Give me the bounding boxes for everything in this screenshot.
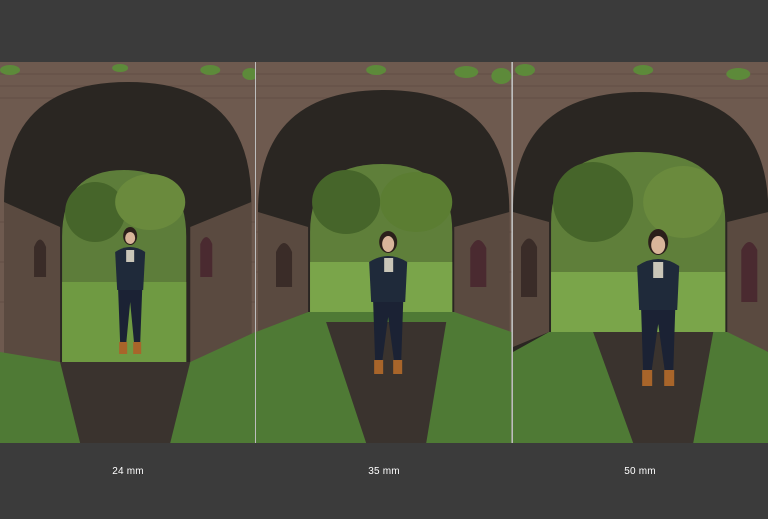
photo-24mm — [0, 62, 256, 443]
tunnel-photo — [256, 62, 512, 443]
caption-row: 24 mm 35 mm 50 mm — [0, 466, 768, 486]
photo-35mm — [256, 62, 512, 443]
caption-35mm: 35 mm — [368, 466, 400, 477]
caption-50mm: 50 mm — [624, 466, 656, 477]
caption-24mm: 24 mm — [112, 466, 144, 477]
photo-comparison-strip — [0, 62, 768, 443]
photo-50mm — [512, 62, 768, 443]
tunnel-photo — [0, 62, 256, 443]
tunnel-photo — [512, 62, 768, 443]
